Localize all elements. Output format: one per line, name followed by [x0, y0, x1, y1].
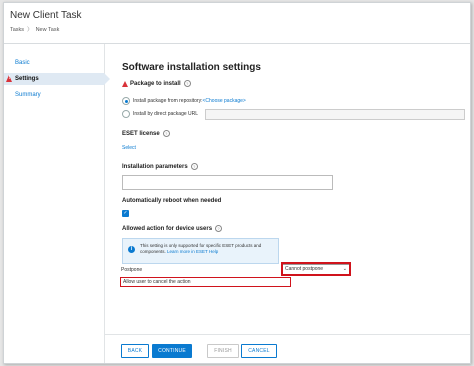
installation-parameters-input[interactable] — [122, 175, 333, 190]
nav-item-label: Basic — [15, 60, 30, 66]
info-box: i This setting is only supported for spe… — [122, 238, 279, 264]
nav-item-basic[interactable]: Basic — [4, 57, 104, 69]
reboot-checkbox[interactable]: ✓ — [122, 210, 129, 217]
allow-cancel-label: Allow user to cancel the action — [123, 279, 191, 285]
client-task-window: New Client Task Tasks 〉 New Task Basic ! S… — [3, 2, 471, 364]
help-icon[interactable]: ? — [162, 130, 170, 137]
wizard-nav: Basic ! Settings Summary — [4, 44, 110, 363]
nav-item-label: Settings — [15, 76, 39, 82]
warning-icon — [122, 80, 128, 87]
package-heading-label: Package to install — [130, 81, 181, 88]
install-from-repository-label: Install package from repository:<Choose … — [133, 98, 246, 104]
option1-text: Install package from repository: — [133, 98, 203, 104]
info-text: This setting is only supported for speci… — [140, 243, 274, 255]
warning-mark: ! — [8, 75, 11, 81]
allowed-action-heading: Allowed action for device users? — [122, 225, 223, 233]
select-license-link[interactable]: Select — [122, 145, 136, 151]
radio-install-from-repository[interactable] — [122, 97, 130, 105]
wizard-footer: BACK CONTINUE FINISH CANCEL — [105, 334, 470, 363]
help-icon[interactable]: ? — [215, 225, 223, 232]
params-heading: Installation parameters? — [122, 163, 198, 170]
postpone-label: Postpone — [121, 267, 143, 273]
choose-package-link[interactable]: <Choose package> — [202, 98, 245, 104]
nav-item-label: Summary — [15, 92, 41, 98]
chevron-right-icon: 〉 — [27, 27, 33, 33]
package-url-input[interactable] — [205, 109, 465, 120]
params-heading-label: Installation parameters — [122, 164, 188, 171]
continue-button[interactable]: CONTINUE — [152, 344, 192, 358]
learn-more-link[interactable]: Learn more in ESET Help — [167, 249, 218, 254]
breadcrumb-tasks[interactable]: Tasks — [10, 27, 24, 33]
cancel-button[interactable]: CANCEL — [241, 344, 277, 358]
allowed-action-heading-label: Allowed action for device users — [122, 226, 213, 233]
back-button[interactable]: BACK — [121, 344, 149, 358]
install-by-url-label: Install by direct package URL — [133, 111, 199, 117]
nav-item-settings[interactable]: ! Settings — [4, 73, 110, 85]
page-header: New Client Task Tasks 〉 New Task — [4, 3, 470, 44]
settings-content: Software installation settings Package t… — [105, 44, 470, 363]
breadcrumb-new-task: New Task — [35, 27, 60, 33]
help-icon[interactable]: ? — [190, 163, 198, 170]
section-title: Software installation settings — [122, 62, 261, 73]
allow-cancel-option[interactable]: Allow user to cancel the action — [120, 277, 291, 287]
reboot-heading: Automatically reboot when needed — [122, 198, 222, 204]
finish-button[interactable]: FINISH — [207, 344, 239, 358]
page-title: New Client Task — [10, 10, 82, 21]
postpone-highlight — [281, 262, 351, 276]
help-icon[interactable]: ? — [183, 80, 191, 87]
package-heading: Package to install? — [122, 80, 191, 87]
info-icon: i — [128, 246, 135, 253]
radio-install-by-url[interactable] — [122, 110, 130, 118]
breadcrumb: Tasks 〉 New Task — [10, 25, 59, 33]
license-heading-label: ESET license — [122, 131, 160, 138]
nav-item-summary[interactable]: Summary — [4, 89, 104, 101]
license-heading: ESET license? — [122, 130, 170, 137]
